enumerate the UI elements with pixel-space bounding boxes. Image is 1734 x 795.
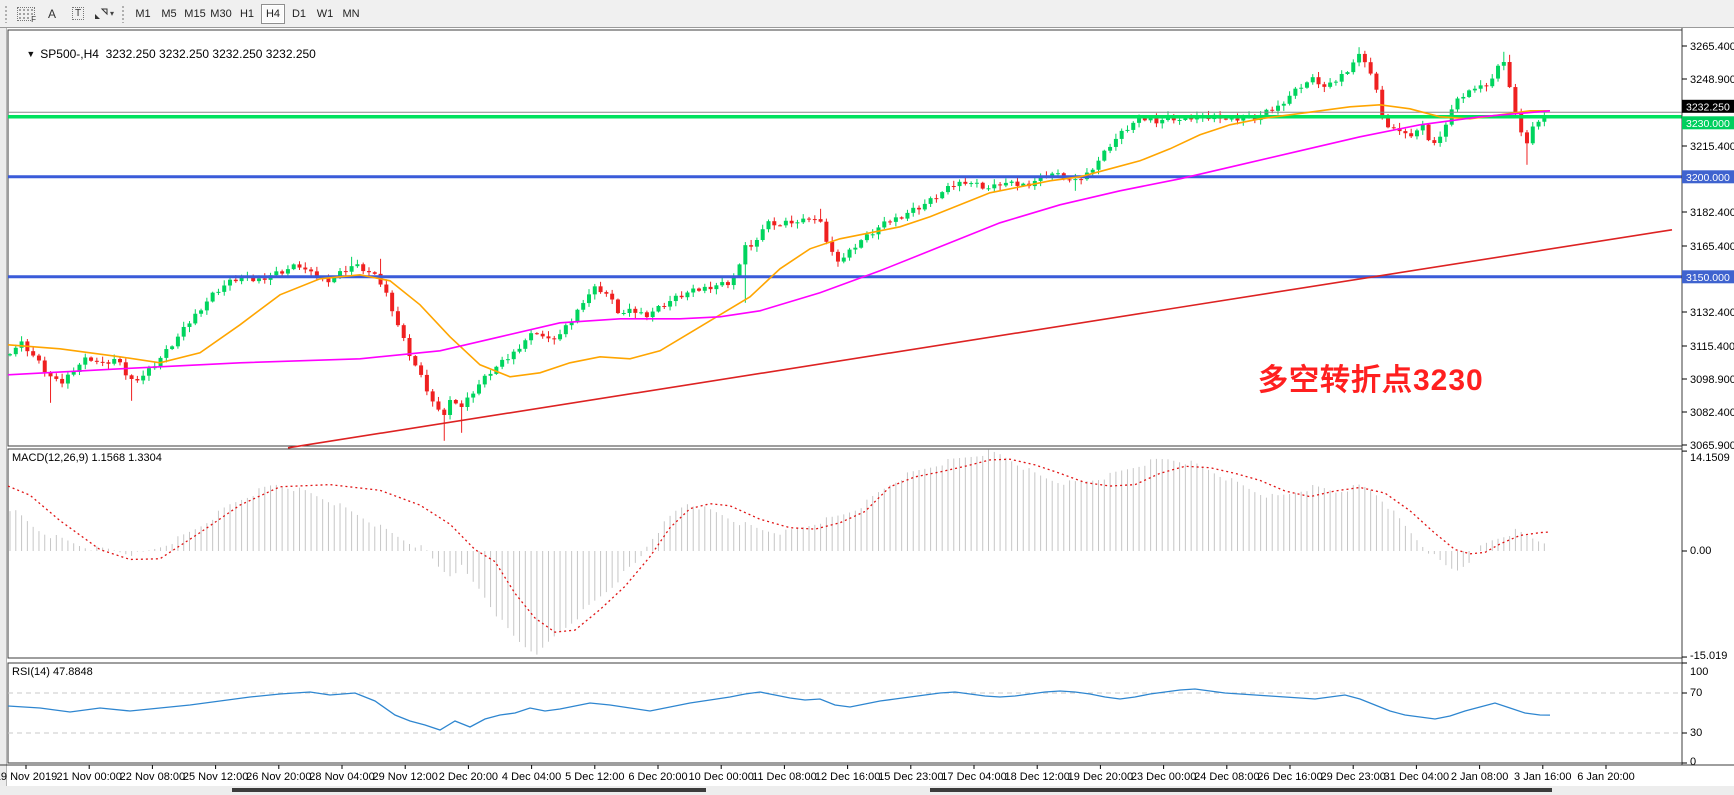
svg-text:70: 70 bbox=[1690, 687, 1702, 699]
svg-text:5 Dec 12:00: 5 Dec 12:00 bbox=[565, 771, 624, 783]
svg-text:4 Dec 04:00: 4 Dec 04:00 bbox=[502, 771, 561, 783]
svg-text:3230.000: 3230.000 bbox=[1686, 118, 1730, 130]
svg-text:28 Nov 04:00: 28 Nov 04:00 bbox=[309, 771, 374, 783]
svg-text:3150.000: 3150.000 bbox=[1686, 272, 1730, 284]
svg-text:18 Dec 12:00: 18 Dec 12:00 bbox=[1004, 771, 1069, 783]
svg-text:3200.000: 3200.000 bbox=[1686, 172, 1730, 184]
level-box-3150.000: 3150.000 bbox=[1682, 270, 1734, 284]
svg-text:3165.400: 3165.400 bbox=[1690, 241, 1734, 253]
current-price-box: 3232.250 bbox=[1682, 100, 1734, 114]
svg-text:3232.250: 3232.250 bbox=[1686, 101, 1730, 113]
level-box-3200.000: 3200.000 bbox=[1682, 170, 1734, 184]
svg-text:100: 100 bbox=[1690, 666, 1708, 678]
svg-text:12 Dec 16:00: 12 Dec 16:00 bbox=[815, 771, 880, 783]
svg-text:3215.400: 3215.400 bbox=[1690, 141, 1734, 153]
svg-text:26 Nov 20:00: 26 Nov 20:00 bbox=[246, 771, 311, 783]
symbol-ohlc-label: ▼SP500-,H4 3232.250 3232.250 3232.250 32… bbox=[13, 33, 316, 75]
mt4-window: F A T ▾ M1M5M15M30H1H4D1W1MN 3265.400324… bbox=[0, 0, 1734, 795]
svg-text:3115.400: 3115.400 bbox=[1690, 341, 1734, 353]
svg-text:30: 30 bbox=[1690, 727, 1702, 739]
svg-text:3098.900: 3098.900 bbox=[1690, 374, 1734, 386]
svg-text:10 Dec 00:00: 10 Dec 00:00 bbox=[688, 771, 753, 783]
scroll-segment[interactable] bbox=[232, 788, 706, 792]
svg-text:0.00: 0.00 bbox=[1690, 545, 1711, 557]
svg-text:0: 0 bbox=[1690, 756, 1696, 768]
svg-text:24 Dec 08:00: 24 Dec 08:00 bbox=[1194, 771, 1259, 783]
svg-text:29 Dec 23:00: 29 Dec 23:00 bbox=[1320, 771, 1385, 783]
svg-text:11 Dec 08:00: 11 Dec 08:00 bbox=[752, 771, 817, 783]
svg-text:19 Nov 2019: 19 Nov 2019 bbox=[0, 771, 57, 783]
rsi-label: RSI(14) 47.8848 bbox=[12, 666, 93, 678]
svg-text:3265.400: 3265.400 bbox=[1690, 41, 1734, 53]
scroll-segment[interactable] bbox=[930, 788, 1552, 792]
svg-text:3248.900: 3248.900 bbox=[1690, 74, 1734, 86]
macd-label: MACD(12,26,9) 1.1568 1.3304 bbox=[12, 452, 162, 464]
svg-text:-15.019: -15.019 bbox=[1690, 650, 1727, 662]
svg-text:31 Dec 04:00: 31 Dec 04:00 bbox=[1384, 771, 1449, 783]
svg-text:3082.400: 3082.400 bbox=[1690, 407, 1734, 419]
svg-text:3132.400: 3132.400 bbox=[1690, 307, 1734, 319]
svg-text:3 Jan 16:00: 3 Jan 16:00 bbox=[1514, 771, 1572, 783]
svg-text:2 Jan 08:00: 2 Jan 08:00 bbox=[1451, 771, 1509, 783]
svg-text:6 Jan 20:00: 6 Jan 20:00 bbox=[1577, 771, 1635, 783]
svg-text:25 Nov 12:00: 25 Nov 12:00 bbox=[183, 771, 248, 783]
svg-text:22 Nov 08:00: 22 Nov 08:00 bbox=[120, 771, 185, 783]
svg-text:19 Dec 20:00: 19 Dec 20:00 bbox=[1068, 771, 1133, 783]
bottom-scroll-strip[interactable] bbox=[0, 786, 1734, 795]
level-box-3230.000: 3230.000 bbox=[1682, 116, 1734, 130]
time-axis-labels[interactable]: 19 Nov 201921 Nov 00:0022 Nov 08:0025 No… bbox=[0, 765, 1635, 783]
svg-text:29 Nov 12:00: 29 Nov 12:00 bbox=[372, 771, 437, 783]
svg-text:15 Dec 23:00: 15 Dec 23:00 bbox=[878, 771, 943, 783]
svg-text:17 Dec 04:00: 17 Dec 04:00 bbox=[941, 771, 1006, 783]
svg-text:3182.400: 3182.400 bbox=[1690, 207, 1734, 219]
svg-text:23 Dec 00:00: 23 Dec 00:00 bbox=[1131, 771, 1196, 783]
indicator-axis-labels: 14.1509 0.00 -15.019 100 70 30 0 bbox=[1682, 451, 1730, 768]
svg-text:26 Dec 16:00: 26 Dec 16:00 bbox=[1257, 771, 1322, 783]
svg-text:14.1509: 14.1509 bbox=[1690, 452, 1730, 464]
svg-text:3065.900: 3065.900 bbox=[1690, 440, 1734, 452]
svg-text:2 Dec 20:00: 2 Dec 20:00 bbox=[439, 771, 498, 783]
chart-annotation-text: 多空转折点3230 bbox=[1258, 355, 1484, 399]
pane-frame-2 bbox=[8, 663, 1682, 763]
symbol-dropdown-icon[interactable]: ▼ bbox=[26, 49, 35, 59]
svg-text:6 Dec 20:00: 6 Dec 20:00 bbox=[628, 771, 687, 783]
svg-text:21 Nov 00:00: 21 Nov 00:00 bbox=[56, 771, 121, 783]
pane-frame-1 bbox=[8, 449, 1682, 658]
